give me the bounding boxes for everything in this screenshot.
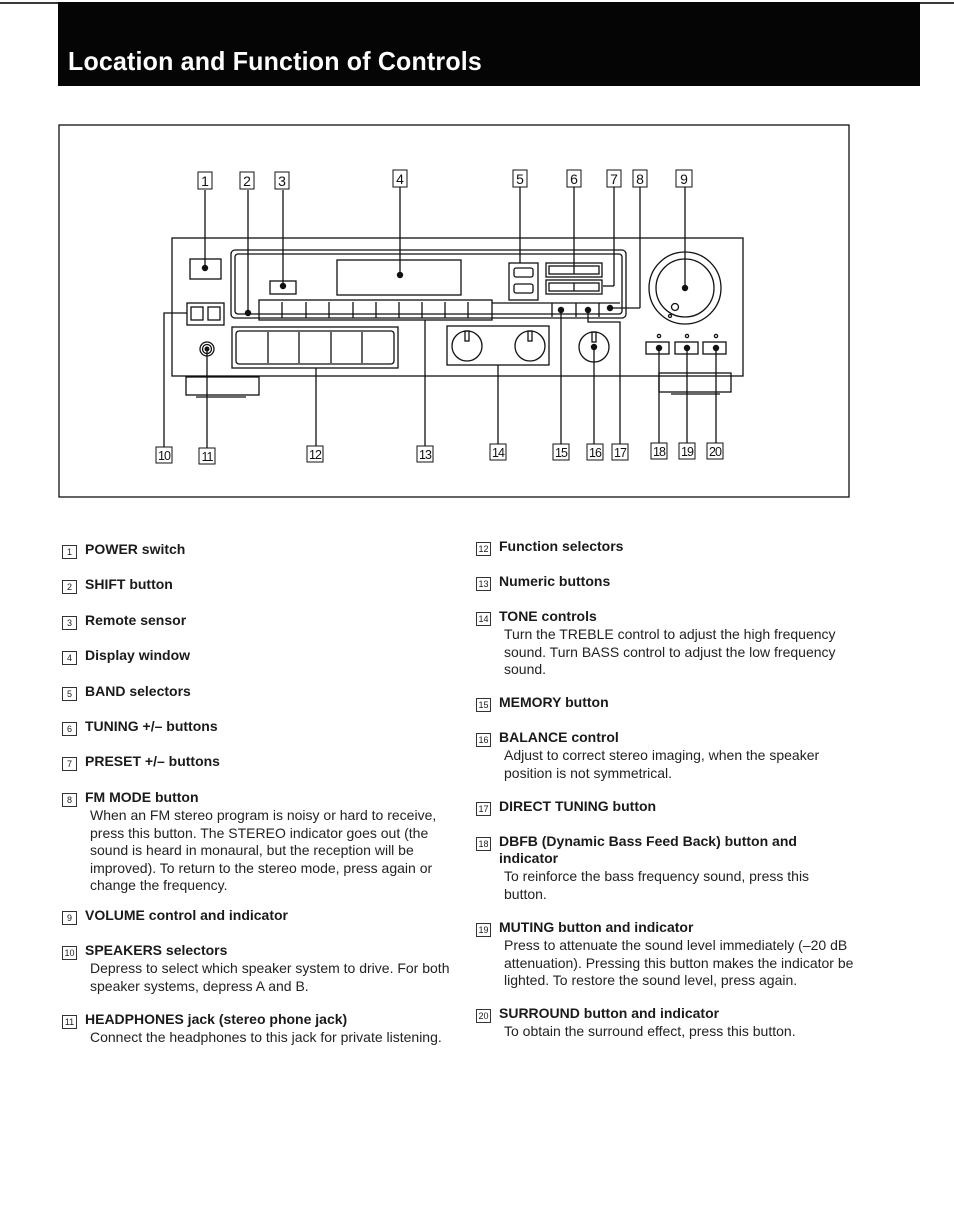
item-number: 9: [62, 911, 77, 925]
item-number: 13: [476, 577, 491, 591]
item-number: 20: [476, 1009, 491, 1023]
callout-15: 15: [555, 446, 568, 460]
function-selectors: [231, 326, 399, 369]
item-title: MEMORY button: [499, 694, 609, 710]
diagram-frame: [58, 124, 850, 498]
list-item: 7 PRESET +/– buttons: [62, 753, 452, 771]
item-title: HEADPHONES jack (stereo phone jack): [85, 1011, 348, 1027]
item-title: BALANCE control: [499, 729, 619, 745]
list-item: 8 FM MODE button When an FM stereo progra…: [62, 789, 452, 895]
callout-12: 12: [309, 448, 322, 462]
list-item: 1 POWER switch: [62, 541, 452, 559]
speakers-selectors: [186, 302, 225, 326]
list-item: 15 MEMORY button: [476, 694, 866, 712]
callout-13: 13: [419, 448, 432, 462]
item-number: 16: [476, 733, 491, 747]
list-item: 11 HEADPHONES jack (stereo phone jack) Co…: [62, 1011, 452, 1047]
callout-8: 8: [636, 171, 644, 187]
item-title: TUNING +/– buttons: [85, 718, 218, 734]
item-number: 18: [476, 837, 491, 851]
list-item: 12 Function selectors: [476, 538, 866, 556]
callout-19: 19: [681, 445, 694, 459]
list-item: 9 VOLUME control and indicator: [62, 907, 452, 925]
list-item: 17 DIRECT TUNING button: [476, 798, 866, 816]
item-title: Display window: [85, 647, 191, 663]
list-item: 6 TUNING +/– buttons: [62, 718, 452, 736]
callout-10: 10: [158, 449, 171, 463]
item-number: 15: [476, 698, 491, 712]
callout-17: 17: [614, 446, 627, 460]
item-number: 11: [62, 1015, 77, 1029]
item-description: Adjust to correct stereo imaging, when t…: [504, 747, 820, 781]
item-number: 4: [62, 651, 77, 665]
item-title: DBFB (Dynamic Bass Feed Back) button and…: [499, 833, 797, 866]
item-number: 3: [62, 616, 77, 630]
callout-11: 11: [202, 450, 214, 464]
callout-3: 3: [278, 173, 286, 189]
bass-knob: [514, 330, 546, 362]
item-number: 6: [62, 722, 77, 736]
list-item: 2 SHIFT button: [62, 576, 452, 594]
item-description: To obtain the surround effect, press thi…: [504, 1023, 796, 1039]
list-item: 3 Remote sensor: [62, 612, 452, 630]
callout-7: 7: [610, 171, 618, 187]
treble-knob: [451, 330, 483, 362]
list-item: 20 SURROUND button and indicator To obtai…: [476, 1005, 866, 1041]
callout-6: 6: [570, 171, 578, 187]
item-title: SURROUND button and indicator: [499, 1005, 720, 1021]
callout-5: 5: [516, 171, 524, 187]
item-description: Depress to select which speaker system t…: [90, 960, 450, 994]
item-number: 17: [476, 802, 491, 816]
item-number: 19: [476, 923, 491, 937]
list-item: 18 DBFB (Dynamic Bass Feed Back) button a…: [476, 833, 866, 903]
item-title: Remote sensor: [85, 612, 187, 628]
item-title: BAND selectors: [85, 683, 191, 699]
item-title: POWER switch: [85, 541, 186, 557]
list-item: 4 Display window: [62, 647, 452, 665]
item-title: FM MODE button: [85, 789, 199, 805]
callout-20: 20: [709, 445, 722, 459]
item-description: Connect the headphones to this jack for …: [90, 1029, 442, 1045]
chassis: [171, 237, 744, 377]
item-number: 8: [62, 793, 77, 807]
callout-16: 16: [589, 446, 602, 460]
callout-14: 14: [492, 446, 505, 460]
item-number: 2: [62, 580, 77, 594]
callout-4: 4: [396, 171, 404, 187]
callout-18: 18: [653, 445, 666, 459]
list-item: 13 Numeric buttons: [476, 573, 866, 591]
item-title: VOLUME control and indicator: [85, 907, 289, 923]
callout-2: 2: [243, 173, 251, 189]
item-number: 7: [62, 757, 77, 771]
item-title: SHIFT button: [85, 576, 173, 592]
front-panel-diagram: 1 2 3 4 5 6 7 8 9 10 11 12 13 14 15 16 1…: [58, 124, 850, 498]
item-title: Function selectors: [499, 538, 624, 554]
callout-1: 1: [201, 173, 209, 189]
callout-9: 9: [680, 171, 688, 187]
item-title: DIRECT TUNING button: [499, 798, 657, 814]
item-description: To reinforce the bass frequency sound, p…: [504, 868, 810, 902]
item-description: When an FM stereo program is noisy or ha…: [90, 807, 437, 893]
item-number: 10: [62, 946, 77, 960]
item-description: Turn the TREBLE control to adjust the hi…: [504, 626, 836, 677]
list-item: 16 BALANCE control Adjust to correct ster…: [476, 729, 866, 782]
item-number: 1: [62, 545, 77, 559]
item-number: 5: [62, 687, 77, 701]
item-number: 14: [476, 612, 491, 626]
item-number: 12: [476, 542, 491, 556]
list-item: 10 SPEAKERS selectors Depress to select w…: [62, 942, 452, 995]
item-description: Press to attenuate the sound level immed…: [504, 937, 854, 988]
item-title: MUTING button and indicator: [499, 919, 694, 935]
item-title: TONE controls: [499, 608, 597, 624]
list-item: 19 MUTING button and indicator Press to a…: [476, 919, 866, 990]
item-title: SPEAKERS selectors: [85, 942, 228, 958]
foot-left: [185, 376, 260, 396]
list-item: 14 TONE controls Turn the TREBLE control …: [476, 608, 866, 679]
list-item: 5 BAND selectors: [62, 683, 452, 701]
item-title: PRESET +/– buttons: [85, 753, 220, 769]
item-title: Numeric buttons: [499, 573, 611, 589]
